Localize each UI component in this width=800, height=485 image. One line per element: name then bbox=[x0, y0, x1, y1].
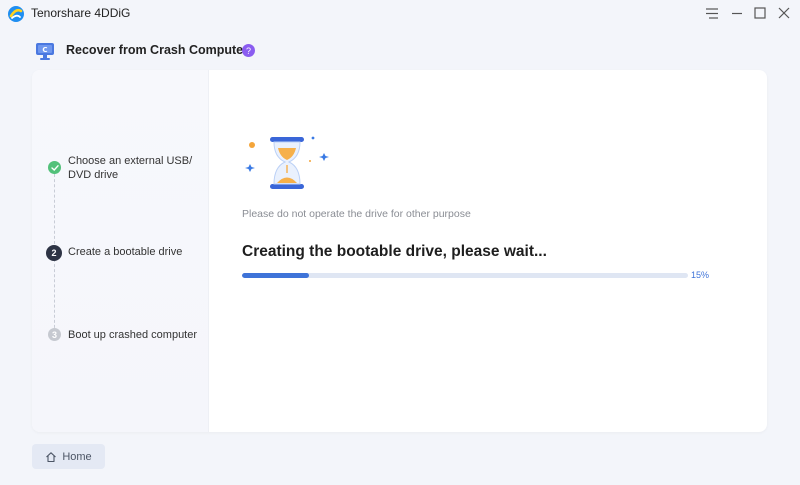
progress-bar bbox=[242, 273, 688, 278]
main-card: Choose an external USB/ DVD drive 2 Crea… bbox=[32, 70, 767, 432]
4ddig-logo-icon bbox=[8, 6, 24, 22]
home-button[interactable]: Home bbox=[32, 444, 105, 469]
steps-panel: Choose an external USB/ DVD drive 2 Crea… bbox=[32, 70, 209, 432]
computer-boot-icon: C bbox=[36, 43, 54, 60]
step-connector bbox=[54, 174, 55, 244]
menu-icon bbox=[706, 7, 718, 19]
menu-button[interactable] bbox=[703, 4, 721, 22]
hourglass-icon bbox=[245, 136, 329, 189]
app-name: Tenorshare 4DDiG bbox=[31, 6, 131, 20]
step-label-create-bootable: Create a bootable drive bbox=[68, 246, 183, 258]
step-label-boot-up: Boot up crashed computer bbox=[68, 329, 198, 341]
minimize-icon bbox=[732, 12, 742, 15]
status-title: Creating the bootable drive, please wait… bbox=[242, 243, 547, 260]
close-icon bbox=[778, 7, 790, 19]
home-icon bbox=[46, 451, 57, 462]
close-button[interactable] bbox=[775, 4, 793, 22]
step-connector bbox=[54, 259, 55, 333]
svg-text:C: C bbox=[42, 46, 47, 54]
home-button-label: Home bbox=[62, 450, 92, 463]
help-icon[interactable]: ? bbox=[242, 44, 255, 57]
title-bar: Tenorshare 4DDiG bbox=[0, 0, 800, 28]
step-label-choose-drive: Choose an external USB/ DVD drive bbox=[68, 155, 193, 181]
maximize-button[interactable] bbox=[751, 4, 769, 22]
progress-percent: 15% bbox=[691, 270, 710, 280]
maximize-icon bbox=[754, 7, 766, 19]
step-marker-active: 2 bbox=[46, 245, 62, 261]
step-done-check-icon bbox=[48, 161, 61, 174]
progress-fill bbox=[242, 273, 309, 278]
page-title: Recover from Crash Computer bbox=[66, 43, 248, 57]
minimize-button[interactable] bbox=[728, 4, 746, 22]
notice-text: Please do not operate the drive for othe… bbox=[242, 208, 471, 220]
step-marker-pending: 3 bbox=[48, 328, 61, 341]
